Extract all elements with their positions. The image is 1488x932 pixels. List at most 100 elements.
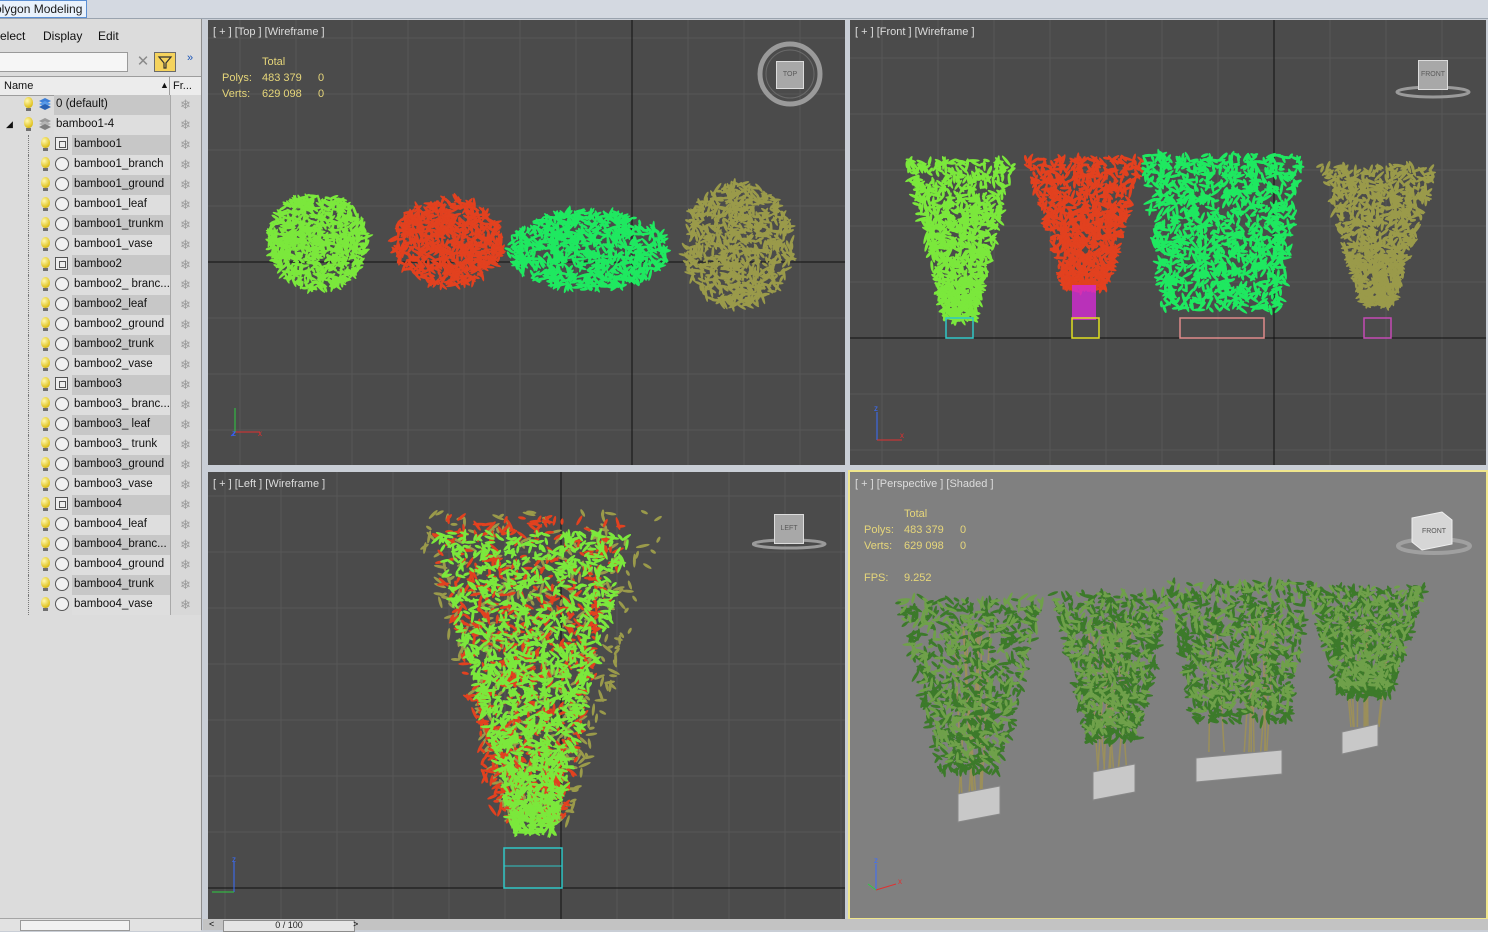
viewport-perspective-label[interactable]: [ + ] [Perspective ] [Shaded ] — [855, 478, 994, 490]
time-next-button[interactable]: > — [353, 919, 358, 929]
freeze-cell[interactable]: ❄ — [170, 315, 201, 335]
freeze-cell[interactable]: ❄ — [170, 415, 201, 435]
menu-select[interactable]: elect — [0, 29, 25, 43]
object-row[interactable]: bamboo2❄ — [0, 255, 201, 275]
menu-edit[interactable]: Edit — [98, 29, 119, 43]
viewcube-face-top[interactable]: TOP — [776, 61, 804, 89]
object-row[interactable]: bamboo2_trunk❄ — [0, 335, 201, 355]
freeze-cell[interactable]: ❄ — [170, 395, 201, 415]
clear-search-icon[interactable]: ✕ — [135, 54, 151, 70]
freeze-cell[interactable]: ❄ — [170, 235, 201, 255]
freeze-cell[interactable]: ❄ — [170, 575, 201, 595]
visibility-bulb-icon[interactable] — [41, 497, 50, 508]
freeze-cell[interactable]: ❄ — [170, 115, 201, 135]
object-row[interactable]: bamboo3_ trunk❄ — [0, 435, 201, 455]
freeze-cell[interactable]: ❄ — [170, 95, 201, 115]
visibility-bulb-icon[interactable] — [41, 197, 50, 208]
object-row[interactable]: bamboo1_ground❄ — [0, 175, 201, 195]
visibility-bulb-icon[interactable] — [41, 237, 50, 248]
viewcube-face-left[interactable]: LEFT — [774, 514, 804, 544]
visibility-bulb-icon[interactable] — [41, 517, 50, 528]
menu-display[interactable]: Display — [43, 29, 82, 43]
viewport-left[interactable]: [ + ] [Left ] [Wireframe ] LEFT z — [208, 472, 845, 919]
freeze-cell[interactable]: ❄ — [170, 335, 201, 355]
freeze-cell[interactable]: ❄ — [170, 275, 201, 295]
column-separator[interactable] — [169, 77, 170, 96]
visibility-bulb-icon[interactable] — [41, 337, 50, 348]
viewcube-face-perspective[interactable]: FRONT — [1420, 524, 1448, 540]
object-row[interactable]: bamboo4_trunk❄ — [0, 575, 201, 595]
freeze-cell[interactable]: ❄ — [170, 195, 201, 215]
object-row[interactable]: bamboo1❄ — [0, 135, 201, 155]
viewport-left-label[interactable]: [ + ] [Left ] [Wireframe ] — [213, 478, 325, 490]
freeze-cell[interactable]: ❄ — [170, 455, 201, 475]
object-row[interactable]: bamboo1_leaf❄ — [0, 195, 201, 215]
freeze-cell[interactable]: ❄ — [170, 355, 201, 375]
visibility-bulb-icon[interactable] — [41, 437, 50, 448]
visibility-bulb-icon[interactable] — [41, 477, 50, 488]
freeze-cell[interactable]: ❄ — [170, 475, 201, 495]
column-frozen-header[interactable]: Fr... — [173, 80, 192, 92]
object-row[interactable]: bamboo2_vase❄ — [0, 355, 201, 375]
visibility-bulb-icon[interactable] — [24, 97, 33, 108]
viewcube-perspective[interactable]: FRONT — [1394, 510, 1474, 558]
search-input[interactable] — [0, 52, 128, 72]
object-row[interactable]: bamboo3❄ — [0, 375, 201, 395]
layer-row[interactable]: 0 (default)❄ — [0, 95, 201, 115]
column-name-header[interactable]: Name — [4, 80, 33, 92]
ribbon-tab-polygon-modeling[interactable]: olygon Modeling — [0, 0, 87, 18]
viewport-top-label[interactable]: [ + ] [Top ] [Wireframe ] — [213, 26, 325, 38]
visibility-bulb-icon[interactable] — [41, 317, 50, 328]
visibility-bulb-icon[interactable] — [41, 397, 50, 408]
freeze-cell[interactable]: ❄ — [170, 555, 201, 575]
viewport-front-label[interactable]: [ + ] [Front ] [Wireframe ] — [855, 26, 975, 38]
visibility-bulb-icon[interactable] — [24, 117, 33, 128]
object-row[interactable]: bamboo3_ branc...❄ — [0, 395, 201, 415]
horizontal-scrollbar[interactable] — [0, 918, 201, 931]
object-row[interactable]: bamboo4_vase❄ — [0, 595, 201, 615]
viewport-front[interactable]: [ + ] [Front ] [Wireframe ] FRONT zx — [850, 20, 1486, 465]
object-row[interactable]: bamboo2_leaf❄ — [0, 295, 201, 315]
object-row[interactable]: bamboo1_trunkm❄ — [0, 215, 201, 235]
object-row[interactable]: bamboo1_vase❄ — [0, 235, 201, 255]
visibility-bulb-icon[interactable] — [41, 217, 50, 228]
freeze-cell[interactable]: ❄ — [170, 375, 201, 395]
freeze-cell[interactable]: ❄ — [170, 295, 201, 315]
viewport-perspective[interactable]: [ + ] [Perspective ] [Shaded ] Total Pol… — [848, 470, 1488, 920]
visibility-bulb-icon[interactable] — [41, 557, 50, 568]
visibility-bulb-icon[interactable] — [41, 597, 50, 608]
object-row[interactable]: bamboo3_vase❄ — [0, 475, 201, 495]
object-row[interactable]: bamboo3_ground❄ — [0, 455, 201, 475]
viewcube-face-front[interactable]: FRONT — [1418, 60, 1448, 90]
visibility-bulb-icon[interactable] — [41, 137, 50, 148]
viewcube-top[interactable]: TOP — [756, 40, 824, 108]
viewcube-front[interactable]: FRONT — [1394, 58, 1472, 100]
freeze-cell[interactable]: ❄ — [170, 515, 201, 535]
freeze-cell[interactable]: ❄ — [170, 535, 201, 555]
visibility-bulb-icon[interactable] — [41, 157, 50, 168]
visibility-bulb-icon[interactable] — [41, 537, 50, 548]
freeze-cell[interactable]: ❄ — [170, 175, 201, 195]
freeze-cell[interactable]: ❄ — [170, 495, 201, 515]
freeze-cell[interactable]: ❄ — [170, 435, 201, 455]
visibility-bulb-icon[interactable] — [41, 357, 50, 368]
object-row[interactable]: bamboo4_ground❄ — [0, 555, 201, 575]
layer-row[interactable]: ◢bamboo1-4❄ — [0, 115, 201, 135]
freeze-cell[interactable]: ❄ — [170, 135, 201, 155]
expand-panel-icon[interactable]: » — [187, 52, 193, 64]
freeze-cell[interactable]: ❄ — [170, 215, 201, 235]
visibility-bulb-icon[interactable] — [41, 257, 50, 268]
object-row[interactable]: bamboo4_leaf❄ — [0, 515, 201, 535]
object-row[interactable]: bamboo1_branch❄ — [0, 155, 201, 175]
viewport-top[interactable]: [ + ] [Top ] [Wireframe ] Total Polys: 4… — [208, 20, 845, 465]
collapse-arrow-icon[interactable]: ◢ — [6, 119, 13, 130]
object-row[interactable]: bamboo4❄ — [0, 495, 201, 515]
visibility-bulb-icon[interactable] — [41, 277, 50, 288]
freeze-cell[interactable]: ❄ — [170, 255, 201, 275]
object-row[interactable]: bamboo4_branc...❄ — [0, 535, 201, 555]
freeze-cell[interactable]: ❄ — [170, 155, 201, 175]
time-slider[interactable]: 0 / 100 — [223, 920, 355, 932]
object-row[interactable]: bamboo3_ leaf❄ — [0, 415, 201, 435]
viewcube-left[interactable]: LEFT — [752, 510, 830, 552]
visibility-bulb-icon[interactable] — [41, 177, 50, 188]
